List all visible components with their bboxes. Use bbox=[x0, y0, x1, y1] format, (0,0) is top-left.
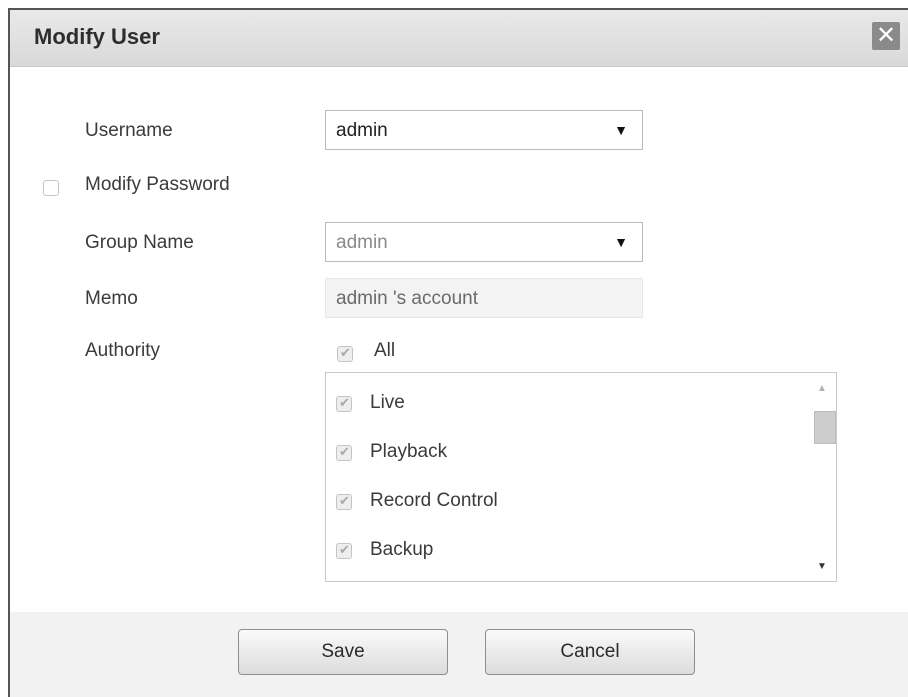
list-item: Live bbox=[326, 388, 806, 418]
memo-value: admin 's account bbox=[336, 288, 478, 309]
scroll-down-arrow-icon[interactable]: ▼ bbox=[808, 557, 836, 577]
listbox-scrollbar[interactable]: ▲ ▼ bbox=[808, 373, 836, 581]
authority-backup-checkbox bbox=[336, 542, 352, 559]
group-name-value: admin bbox=[336, 232, 388, 253]
authority-record-control-checkbox bbox=[336, 493, 352, 510]
chevron-down-icon: ▼ bbox=[614, 234, 628, 250]
username-value: admin bbox=[336, 120, 388, 141]
modify-user-dialog: Modify User ✕ Username admin ▼ Modify Pa… bbox=[8, 8, 908, 697]
group-name-select[interactable]: admin ▼ bbox=[325, 222, 643, 262]
authority-item-label: Playback bbox=[370, 441, 448, 462]
modify-password-label[interactable]: Modify Password bbox=[85, 174, 230, 196]
group-name-label: Group Name bbox=[85, 232, 194, 253]
modify-password-checkbox[interactable] bbox=[43, 180, 59, 196]
username-label: Username bbox=[85, 120, 173, 141]
authority-listbox[interactable]: Live Playback Record Control Backup ▲ ▼ bbox=[325, 372, 837, 582]
scroll-thumb[interactable] bbox=[814, 411, 836, 444]
authority-item-label: Record Control bbox=[370, 490, 498, 511]
authority-label: Authority bbox=[85, 340, 160, 361]
authority-item-label: Live bbox=[370, 392, 405, 413]
authority-all-checkbox bbox=[337, 345, 353, 362]
list-item: Record Control bbox=[326, 486, 806, 516]
authority-item-label: Backup bbox=[370, 539, 434, 560]
dialog-title: Modify User bbox=[34, 24, 160, 49]
memo-field: admin 's account bbox=[325, 278, 643, 318]
scroll-up-arrow-icon[interactable]: ▲ bbox=[808, 379, 836, 399]
list-item: Playback bbox=[326, 437, 806, 467]
memo-label: Memo bbox=[85, 288, 138, 309]
close-button[interactable]: ✕ bbox=[872, 22, 900, 50]
authority-live-checkbox bbox=[336, 395, 352, 412]
save-button[interactable]: Save bbox=[238, 629, 448, 675]
close-icon: ✕ bbox=[875, 22, 897, 49]
dialog-titlebar: Modify User ✕ bbox=[10, 10, 908, 67]
authority-all-label: All bbox=[374, 340, 396, 361]
username-select[interactable]: admin ▼ bbox=[325, 110, 643, 150]
list-item: Backup bbox=[326, 535, 806, 565]
chevron-down-icon: ▼ bbox=[614, 122, 628, 138]
cancel-button[interactable]: Cancel bbox=[485, 629, 695, 675]
dialog-footer: Save Cancel bbox=[10, 612, 908, 697]
authority-playback-checkbox bbox=[336, 444, 352, 461]
